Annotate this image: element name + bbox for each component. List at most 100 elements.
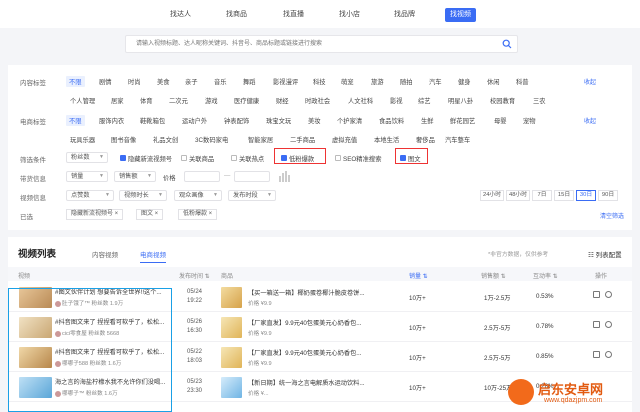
content-tag[interactable]: 体育 (140, 96, 153, 105)
video-thumbnail[interactable] (19, 317, 52, 338)
col-sales[interactable]: 销量 ⇅ (409, 271, 428, 280)
content-tag[interactable]: 科技 (313, 77, 326, 86)
assoc-hot-checkbox[interactable]: 关联热点 (231, 154, 264, 163)
bar-chart-icon[interactable] (278, 170, 292, 182)
tab-content-video[interactable]: 内容视频 (92, 249, 118, 259)
product-title[interactable]: 【新日期】统一海之言电解质水运动饮料... (248, 378, 372, 387)
ecom-tag[interactable]: 图书音像 (111, 135, 136, 144)
video-thumbnail[interactable] (19, 287, 52, 308)
ecom-tag[interactable]: 鞋靴箱包 (140, 116, 165, 125)
play-icon[interactable] (605, 321, 612, 328)
ecom-tag[interactable]: 母婴 (494, 116, 507, 125)
ecom-tag[interactable]: 汽车整车 (445, 135, 470, 144)
product-image[interactable] (221, 287, 242, 308)
content-tag[interactable]: 美食 (157, 77, 170, 86)
ecom-tag[interactable]: 美妆 (308, 116, 321, 125)
selected-tag[interactable]: 隐藏新流视频号 × (66, 209, 124, 220)
clear-filters-link[interactable]: 清空筛选 (600, 211, 624, 220)
ecom-tag[interactable]: 智能家居 (248, 135, 273, 144)
likes-select[interactable]: 点赞数 ▼ (66, 190, 114, 201)
ecom-tag[interactable]: 钟表配饰 (224, 116, 249, 125)
video-thumbnail[interactable] (19, 377, 52, 398)
range-90d-button[interactable]: 90日 (598, 190, 618, 201)
publish-time-select[interactable]: 发布时段 ▼ (228, 190, 276, 201)
sales-select[interactable]: 销量 ▼ (66, 171, 108, 182)
content-tag[interactable]: 影视漫评 (273, 77, 298, 86)
search-icon[interactable] (502, 39, 512, 49)
table-row[interactable]: #抖音图文来了 捏捏看可软乎了，松松... cici零食屋 粉丝数 5668 0… (8, 313, 632, 342)
content-tag[interactable]: 个人管理 (70, 96, 95, 105)
content-tag[interactable]: 时政社会 (305, 96, 330, 105)
product-title[interactable]: 【买一箱送一箱】椰奶蛋卷椰汁脆皮卷饼... (248, 288, 372, 297)
content-tag[interactable]: 科普 (516, 77, 529, 86)
content-tag[interactable]: 健身 (458, 77, 471, 86)
seo-checkbox[interactable]: SEO精准搜索 (335, 154, 382, 163)
ecom-tag[interactable]: 奢侈品 (416, 135, 435, 144)
ecom-tag[interactable]: 二手商品 (290, 135, 315, 144)
content-tag[interactable]: 明星八卦 (448, 96, 473, 105)
product-image[interactable] (221, 377, 242, 398)
tab-find-influencer[interactable]: 找达人 (170, 8, 191, 22)
content-tag[interactable]: 随拍 (400, 77, 413, 86)
ecom-tag[interactable]: 虚拟充值 (332, 135, 357, 144)
selected-tag[interactable]: 图文 × (136, 209, 164, 220)
price-max-input[interactable] (234, 171, 270, 182)
ecom-tag[interactable]: 食品饮料 (379, 116, 404, 125)
table-row[interactable]: #抖音图文来了 捏捏看可软乎了，松松... 哪哪子588 粉丝数 1.6万 05… (8, 343, 632, 372)
ecom-tag[interactable]: 宠物 (523, 116, 536, 125)
product-image[interactable] (221, 317, 242, 338)
content-tag[interactable]: 财经 (276, 96, 289, 105)
content-tag[interactable]: 不限 (66, 76, 85, 87)
content-tag[interactable]: 居家 (111, 96, 124, 105)
audience-select[interactable]: 观众画像 ▼ (174, 190, 222, 201)
content-tag[interactable]: 音乐 (214, 77, 227, 86)
content-tag[interactable]: 休闲 (487, 77, 500, 86)
content-tags-fold[interactable]: 收起 (584, 77, 596, 86)
tab-find-live[interactable]: 找直播 (283, 8, 304, 22)
ecom-tag[interactable]: 运动户外 (182, 116, 207, 125)
assoc-product-checkbox[interactable]: 关联商品 (181, 154, 214, 163)
col-sales-amount[interactable]: 销售额 ⇅ (481, 271, 506, 280)
play-icon[interactable] (605, 291, 612, 298)
content-tag[interactable]: 亲子 (185, 77, 198, 86)
ecom-tag[interactable]: 服饰内衣 (99, 116, 124, 125)
ecom-tag[interactable]: 3C数码家电 (195, 135, 228, 144)
detail-icon[interactable] (593, 321, 600, 328)
tab-find-product[interactable]: 找商品 (226, 8, 247, 22)
product-image[interactable] (221, 347, 242, 368)
detail-icon[interactable] (593, 351, 600, 358)
range-48h-button[interactable]: 48小时 (506, 190, 530, 201)
detail-icon[interactable] (593, 291, 600, 298)
play-icon[interactable] (605, 351, 612, 358)
duration-select[interactable]: 视频时长 ▼ (119, 190, 167, 201)
tab-find-shop[interactable]: 找小店 (339, 8, 360, 22)
selected-tag[interactable]: 低粉爆款 × (178, 209, 218, 220)
ecom-tag[interactable]: 玩具乐器 (70, 135, 95, 144)
ecom-tags-fold[interactable]: 收起 (584, 116, 596, 125)
ecom-tag[interactable]: 个护家清 (337, 116, 362, 125)
content-tag[interactable]: 萌宠 (341, 77, 354, 86)
ecom-tag[interactable]: 鲜花园艺 (450, 116, 475, 125)
tab-find-video[interactable]: 找视频 (445, 8, 476, 22)
tab-find-brand[interactable]: 找品牌 (394, 8, 415, 22)
content-tag[interactable]: 综艺 (418, 96, 431, 105)
video-title[interactable]: 海之言的海盐柠檬水我不允许你们没喝... (55, 377, 181, 386)
fans-select[interactable]: 粉丝数 ▼ (66, 152, 108, 163)
content-tag[interactable]: 校园教育 (490, 96, 515, 105)
content-tag[interactable]: 人文社科 (348, 96, 373, 105)
ecom-tag[interactable]: 珠宝文玩 (266, 116, 291, 125)
product-title[interactable]: 【厂家直发】9.9元40包蛋美元心奶香包... (248, 318, 372, 327)
ecom-tag[interactable]: 不限 (66, 115, 85, 126)
content-tag[interactable]: 时尚 (128, 77, 141, 86)
tab-ecom-video[interactable]: 电商视频 (140, 249, 166, 263)
col-publish-time[interactable]: 发布时间 ⇅ (179, 271, 210, 280)
ecom-tag[interactable]: 生鲜 (421, 116, 434, 125)
col-interaction-rate[interactable]: 互动率 ⇅ (533, 271, 558, 280)
content-tag[interactable]: 三农 (533, 96, 546, 105)
content-tag[interactable]: 医疗健康 (234, 96, 259, 105)
content-tag[interactable]: 游戏 (205, 96, 218, 105)
content-tag[interactable]: 二次元 (169, 96, 188, 105)
video-title[interactable]: #图文伙伴计划 想要告诉全世界!!这个... (55, 287, 181, 296)
content-tag[interactable]: 影视 (390, 96, 403, 105)
content-tag[interactable]: 剧情 (99, 77, 112, 86)
